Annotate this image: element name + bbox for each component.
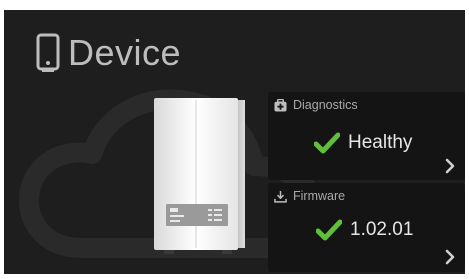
download-icon (274, 190, 287, 203)
firmware-label: Firmware (293, 189, 346, 203)
device-panel: Device Diagnostics Healthy Firmware 1.02… (4, 10, 465, 274)
device-icon (36, 33, 60, 72)
check-icon (314, 132, 340, 154)
check-icon (316, 219, 342, 241)
diagnostics-card[interactable]: Diagnostics Healthy (268, 92, 465, 180)
firmware-status: 1.02.01 (316, 219, 413, 241)
page-header: Device (36, 28, 181, 78)
diagnostics-status: Healthy (314, 132, 412, 154)
chevron-right-icon[interactable] (445, 158, 455, 174)
diagnostics-status-text: Healthy (348, 132, 413, 153)
diagnostics-label: Diagnostics (293, 98, 358, 112)
firmware-card[interactable]: Firmware 1.02.01 (268, 183, 465, 272)
firmware-version: 1.02.01 (350, 219, 414, 240)
firmware-header: Firmware (274, 189, 345, 203)
chevron-right-icon[interactable] (445, 249, 455, 265)
diagnostics-header: Diagnostics (274, 98, 358, 112)
first-aid-kit-icon (274, 98, 287, 112)
nas-device-image (154, 98, 245, 254)
page-title: Device (68, 32, 182, 73)
page: Device Diagnostics Healthy Firmware 1.02… (0, 0, 469, 279)
